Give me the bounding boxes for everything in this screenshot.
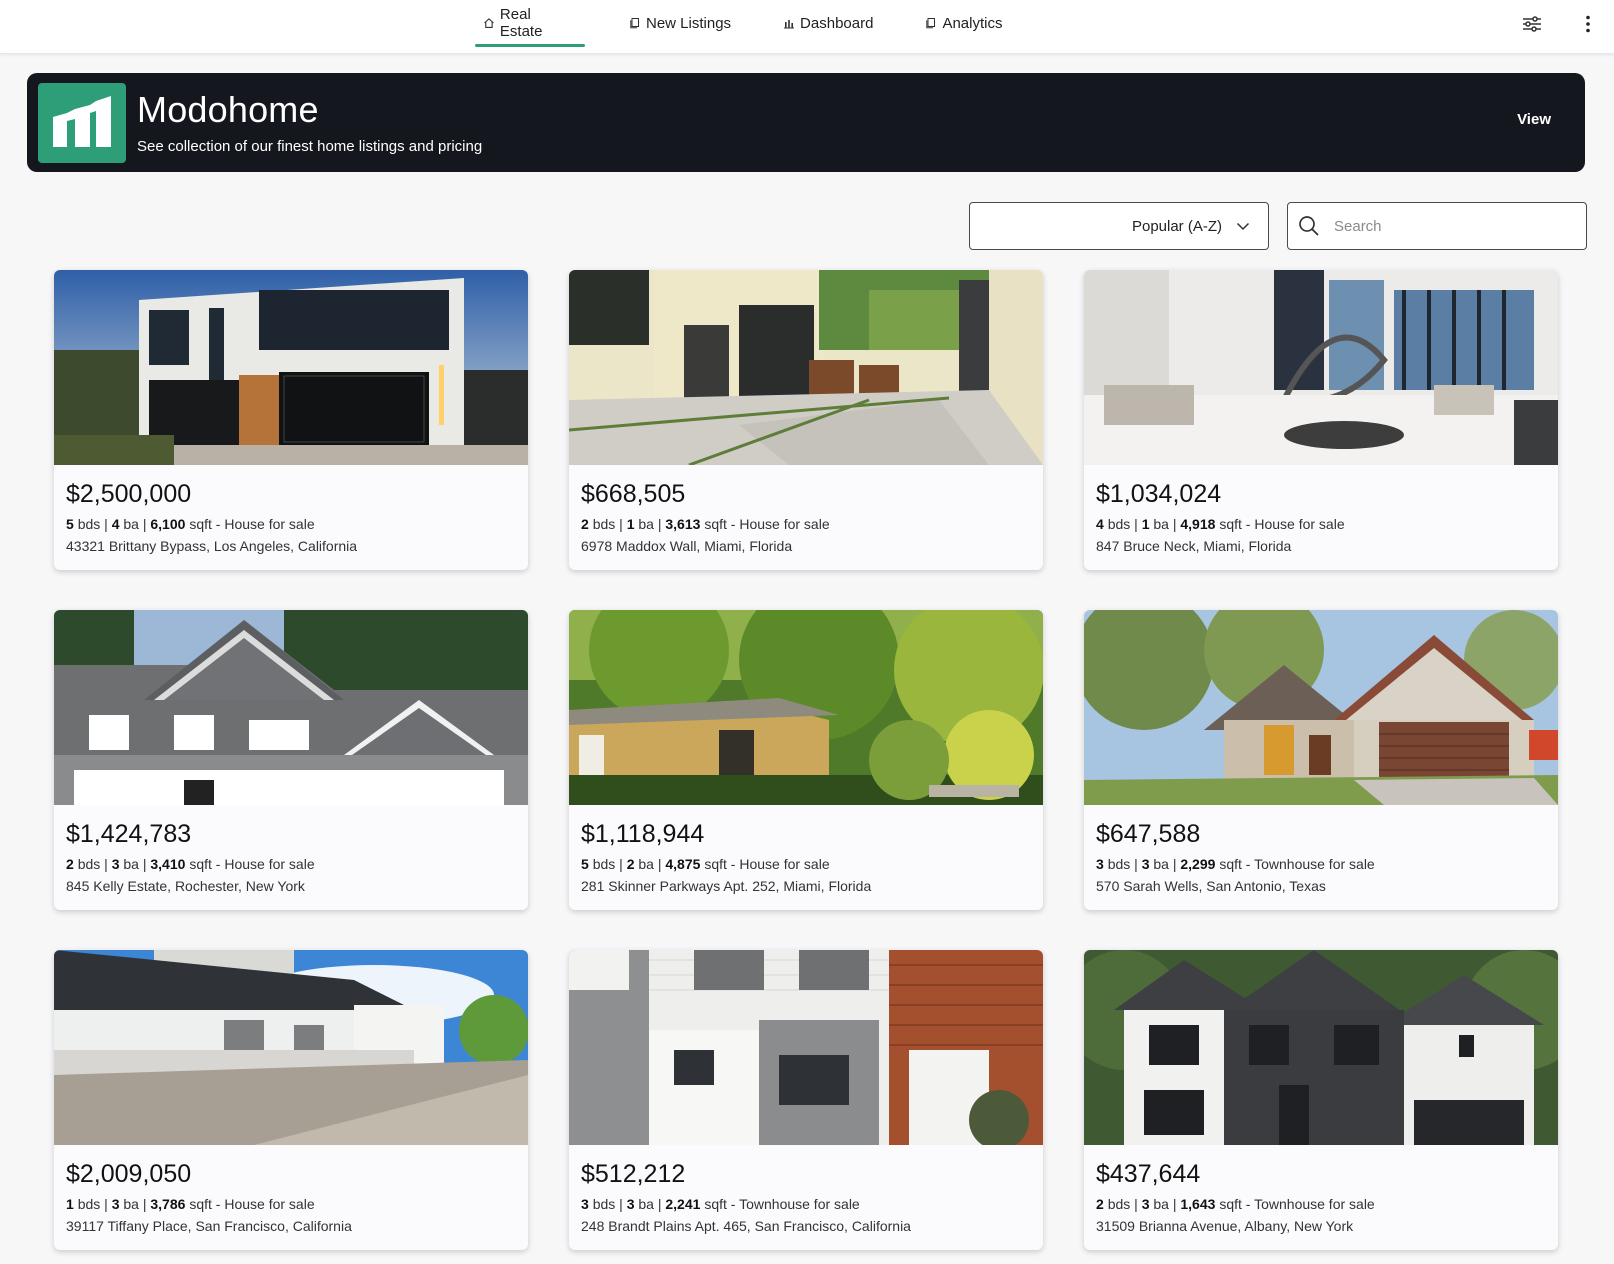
- listing-card[interactable]: $512,212 3 bds | 3 ba | 2,241 sqft - Tow…: [569, 950, 1043, 1250]
- modohome-logo: [38, 83, 126, 163]
- listing-address: 845 Kelly Estate, Rochester, New York: [66, 878, 305, 894]
- search-input[interactable]: [1334, 217, 1574, 235]
- tab-real-estate-label: Real Estate: [499, 6, 543, 40]
- brand-name: Modohome: [137, 89, 319, 130]
- listing-price: $1,118,944: [581, 820, 705, 848]
- listing-photo: [1084, 270, 1558, 465]
- listing-photo: [569, 610, 1043, 805]
- listing-address: 39117 Tiffany Place, San Francisco, Cali…: [66, 1218, 352, 1234]
- listing-specs: 5 bds | 2 ba | 4,875 sqft - House for sa…: [581, 856, 830, 872]
- tab-dashboard-label: Dashboard: [800, 14, 874, 32]
- listing-card[interactable]: $1,118,944 5 bds | 2 ba | 4,875 sqft - H…: [569, 610, 1043, 910]
- more-vert-icon: [1586, 15, 1590, 33]
- nav-tabs: Real Estate New Listings Dashboard Analy…: [475, 0, 1010, 54]
- listing-photo: [1084, 950, 1558, 1145]
- tab-real-estate[interactable]: Real Estate: [475, 0, 585, 47]
- copy-icon: [630, 18, 639, 29]
- bar-chart-icon: [784, 20, 795, 29]
- listing-card[interactable]: $2,500,000 5 bds | 4 ba | 6,100 sqft - H…: [54, 270, 528, 570]
- listing-specs: 4 bds | 1 ba | 4,918 sqft - House for sa…: [1096, 516, 1345, 532]
- view-button[interactable]: View: [1517, 111, 1551, 128]
- listing-price: $668,505: [581, 480, 686, 508]
- listing-address: 847 Bruce Neck, Miami, Florida: [1096, 538, 1292, 554]
- listing-specs: 2 bds | 3 ba | 1,643 sqft - Townhouse fo…: [1096, 1196, 1375, 1212]
- listing-address: 570 Sarah Wells, San Antonio, Texas: [1096, 878, 1326, 894]
- listing-card[interactable]: $668,505 2 bds | 1 ba | 3,613 sqft - Hou…: [569, 270, 1043, 570]
- search-box: [1287, 202, 1587, 250]
- tab-dashboard[interactable]: Dashboard: [775, 0, 881, 46]
- sort-select[interactable]: Popular (A-Z): [969, 202, 1269, 250]
- listing-price: $2,500,000: [66, 480, 192, 508]
- top-navigation-bar: Real Estate New Listings Dashboard Analy…: [0, 0, 1614, 54]
- tab-analytics[interactable]: Analytics: [917, 0, 1010, 46]
- listing-specs: 2 bds | 3 ba | 3,410 sqft - House for sa…: [66, 856, 315, 872]
- listing-specs: 1 bds | 3 ba | 3,786 sqft - House for sa…: [66, 1196, 315, 1212]
- chevron-down-icon: [1236, 222, 1250, 230]
- listing-price: $512,212: [581, 1160, 686, 1188]
- listing-price: $647,588: [1096, 820, 1201, 848]
- listings-grid: $2,500,000 5 bds | 4 ba | 6,100 sqft - H…: [54, 270, 1558, 1250]
- listing-photo: [54, 270, 528, 465]
- listing-card[interactable]: $2,009,050 1 bds | 3 ba | 3,786 sqft - H…: [54, 950, 528, 1250]
- tab-new-listings[interactable]: New Listings: [621, 0, 739, 46]
- listing-address: 248 Brandt Plains Apt. 465, San Francisc…: [581, 1218, 911, 1234]
- copy-icon: [926, 18, 936, 29]
- listing-photo: [54, 950, 528, 1145]
- listing-address: 43321 Brittany Bypass, Los Angeles, Cali…: [66, 538, 358, 554]
- listing-address: 31509 Brianna Avenue, Albany, New York: [1096, 1218, 1354, 1234]
- listing-price: $437,644: [1096, 1160, 1201, 1188]
- listing-photo: [569, 950, 1043, 1145]
- listing-card[interactable]: $1,424,783 2 bds | 3 ba | 3,410 sqft - H…: [54, 610, 528, 910]
- listing-card[interactable]: $647,588 3 bds | 3 ba | 2,299 sqft - Tow…: [1084, 610, 1558, 910]
- listing-photo: [569, 270, 1043, 465]
- listing-price: $2,009,050: [66, 1160, 192, 1188]
- listing-card[interactable]: $1,034,024 4 bds | 1 ba | 4,918 sqft - H…: [1084, 270, 1558, 570]
- filter-settings-button[interactable]: [1518, 10, 1546, 38]
- tab-analytics-label: Analytics: [942, 14, 1003, 32]
- more-options-button[interactable]: [1574, 10, 1602, 38]
- listing-card[interactable]: $437,644 2 bds | 3 ba | 1,643 sqft - Tow…: [1084, 950, 1558, 1250]
- listing-price: $1,424,783: [66, 820, 192, 848]
- listing-address: 6978 Maddox Wall, Miami, Florida: [581, 538, 793, 554]
- listing-price: $1,034,024: [1096, 480, 1222, 508]
- listing-photo: [54, 610, 528, 805]
- listing-specs: 3 bds | 3 ba | 2,299 sqft - Townhouse fo…: [1096, 856, 1375, 872]
- brand-banner: Modohome See collection of our finest ho…: [27, 73, 1585, 172]
- logo-mark-icon: [53, 96, 111, 147]
- listing-photo: [1084, 610, 1558, 805]
- tune-icon: [1523, 16, 1541, 32]
- top-actions: [1518, 0, 1614, 48]
- brand-subtitle: See collection of our finest home listin…: [137, 138, 483, 155]
- home-icon: [484, 18, 494, 29]
- listing-specs: 3 bds | 3 ba | 2,241 sqft - Townhouse fo…: [581, 1196, 860, 1212]
- listing-specs: 2 bds | 1 ba | 3,613 sqft - House for sa…: [581, 516, 830, 532]
- search-icon: [1299, 216, 1319, 236]
- tab-new-listings-label: New Listings: [646, 14, 732, 32]
- sort-select-value: Popular (A-Z): [1131, 217, 1222, 235]
- listing-specs: 5 bds | 4 ba | 6,100 sqft - House for sa…: [66, 516, 315, 532]
- listing-address: 281 Skinner Parkways Apt. 252, Miami, Fl…: [581, 878, 872, 894]
